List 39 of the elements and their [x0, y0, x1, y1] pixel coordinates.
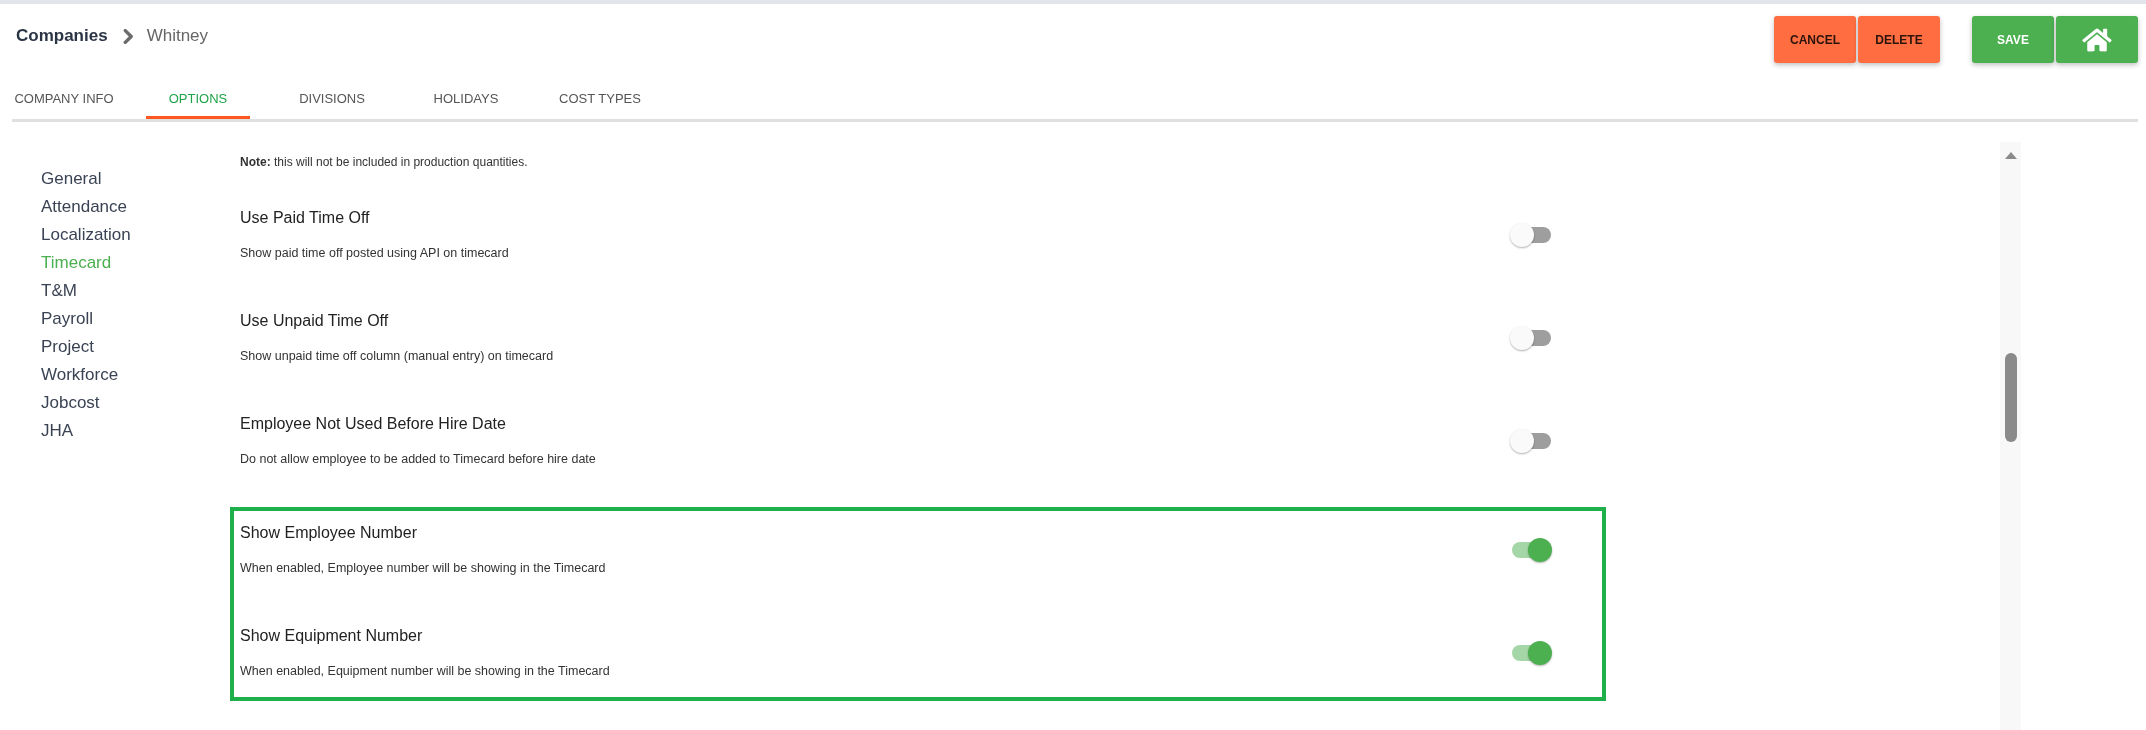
setting-title: Show Employee Number	[240, 523, 417, 543]
setting-title: Show Equipment Number	[240, 626, 423, 646]
chevron-right-icon	[122, 28, 134, 44]
breadcrumb-current: Whitney	[146, 26, 209, 46]
sidebar-item[interactable]: Jobcost	[41, 389, 100, 417]
note-text: Note: this will not be included in production quantities.	[240, 154, 528, 170]
action-button[interactable]: CANCEL	[1774, 16, 1856, 63]
sidebar-item[interactable]: Workforce	[41, 361, 119, 389]
tab[interactable]: COMPANY INFO	[12, 82, 116, 119]
setting-description: Show paid time off posted using API on timecard	[240, 245, 509, 261]
setting-title: Employee Not Used Before Hire Date	[240, 414, 506, 434]
sidebar-item[interactable]: General	[41, 165, 102, 193]
toggle-switch[interactable]	[1510, 325, 1552, 350]
setting-description: Show unpaid time off column (manual entry) on timecard	[240, 348, 554, 364]
scroll-up-icon[interactable]	[2004, 152, 2017, 159]
action-button[interactable]: DELETE	[1858, 16, 1940, 63]
setting-description: Do not allow employee to be added to Timecard before hire date	[240, 451, 596, 467]
setting-title: Use Unpaid Time Off	[240, 311, 389, 331]
setting-description: When enabled, Employee number will be showing in the Timecard	[240, 560, 606, 576]
toggle-switch[interactable]	[1510, 640, 1552, 665]
scrollbar-thumb[interactable]	[2004, 353, 2017, 442]
tab[interactable]: HOLIDAYS	[414, 82, 518, 119]
tab[interactable]: DIVISIONS	[280, 82, 384, 119]
tab[interactable]: COST TYPES	[548, 82, 652, 119]
sidebar-item[interactable]: Localization	[41, 221, 131, 249]
sidebar-item[interactable]: JHA	[41, 417, 74, 445]
toggle-switch[interactable]	[1510, 428, 1552, 453]
sidebar-item[interactable]: Payroll	[41, 305, 93, 333]
toggle-switch[interactable]	[1510, 537, 1552, 562]
sidebar-item[interactable]: Attendance	[41, 193, 127, 221]
home-icon	[2082, 26, 2112, 53]
scrollbar-track[interactable]	[2000, 142, 2021, 730]
setting-description: When enabled, Equipment number will be showing in the Timecard	[240, 663, 610, 679]
home-button[interactable]	[2056, 16, 2138, 63]
breadcrumb-link[interactable]: Companies	[16, 26, 108, 46]
toggle-switch[interactable]	[1510, 222, 1552, 247]
sidebar-item[interactable]: Project	[41, 333, 94, 361]
setting-title: Use Paid Time Off	[240, 208, 370, 228]
sidebar-item[interactable]: T&M	[41, 277, 77, 305]
